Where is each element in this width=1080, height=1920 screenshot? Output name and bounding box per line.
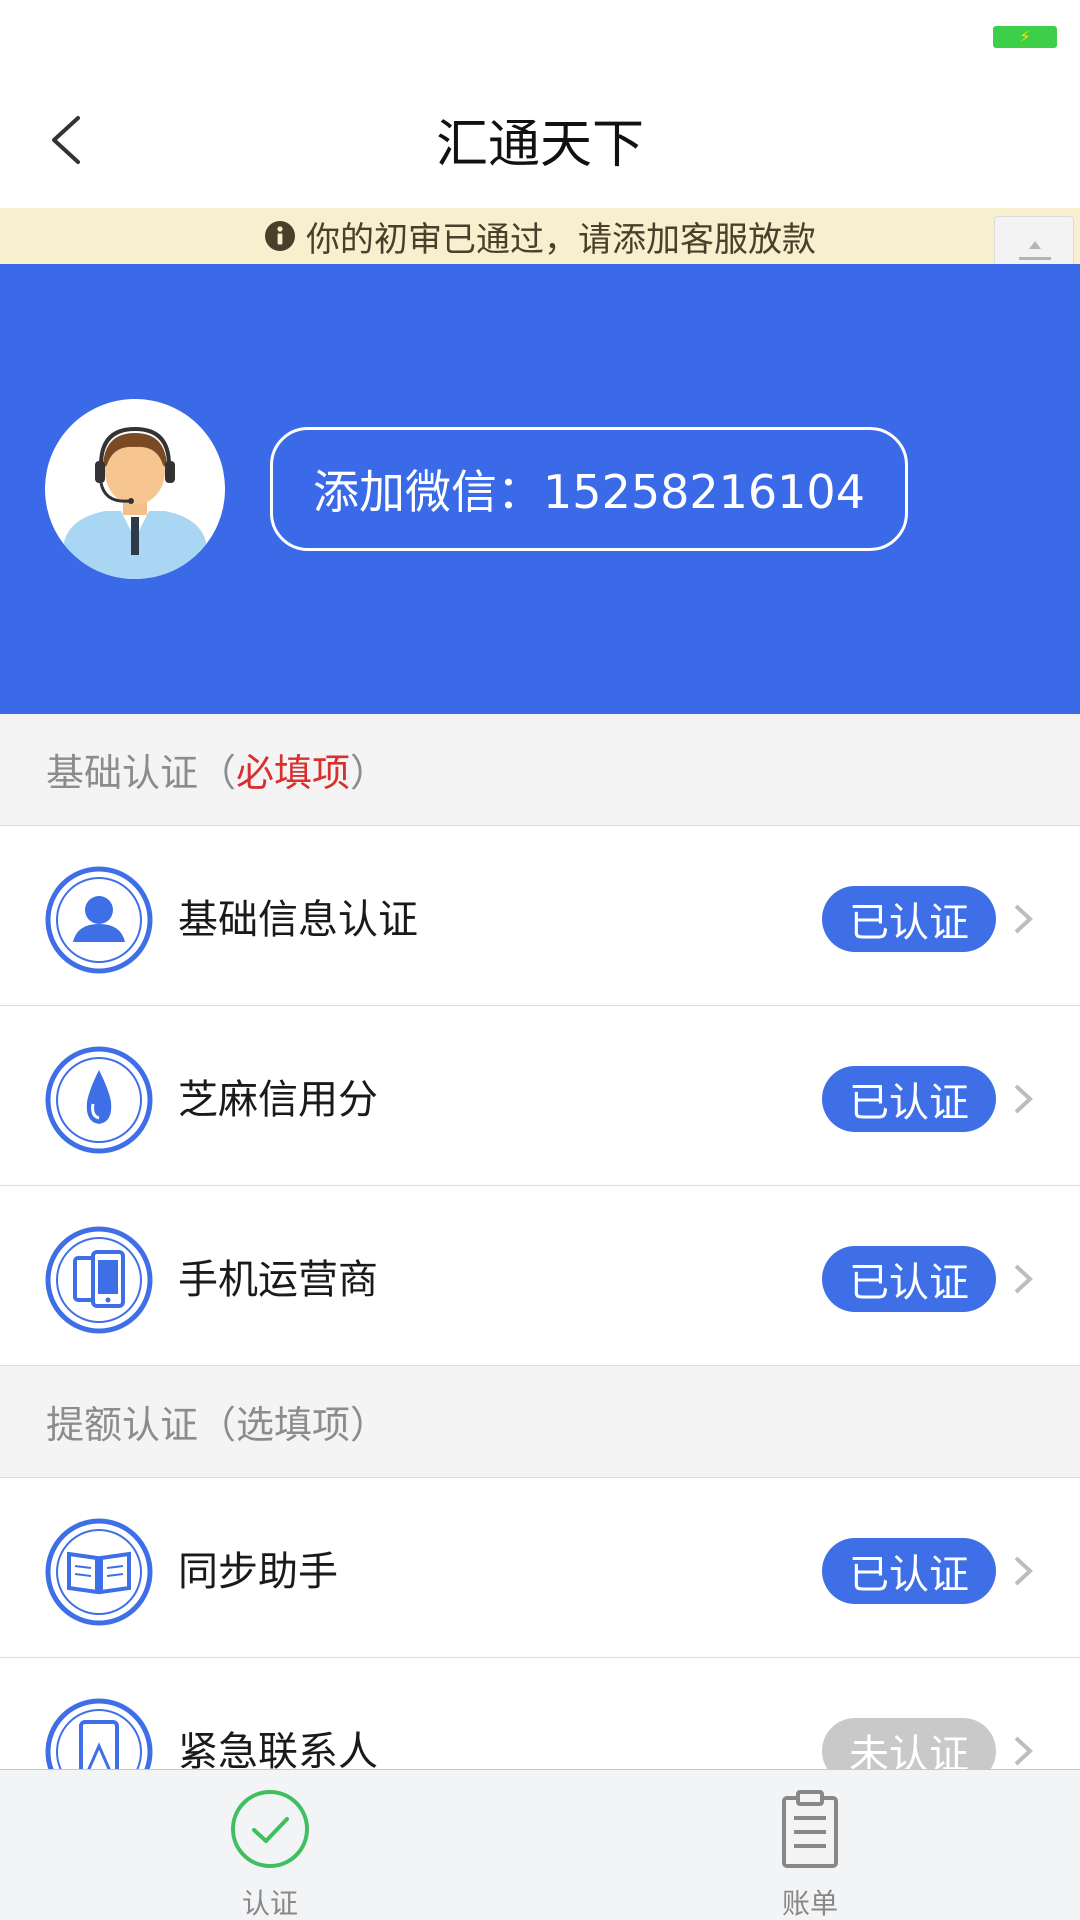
person-icon: [45, 866, 153, 974]
item-label: 芝麻信用分: [178, 1077, 378, 1123]
section-title: 提额认证（选填项）: [46, 1403, 389, 1447]
status-badge: 已认证: [822, 1538, 996, 1604]
mobile-carrier-icon: [45, 1226, 153, 1334]
status-bar: ⚡: [0, 0, 1080, 70]
list-item-basic-info[interactable]: 基础信息认证 已认证: [0, 826, 1080, 1006]
notice-text: 你的初审已通过，请添加客服放款: [306, 219, 816, 260]
customer-service-avatar-icon: [45, 399, 225, 579]
tab-certification[interactable]: 认证: [0, 1770, 540, 1920]
tab-label: 账单: [781, 1887, 838, 1920]
item-label: 基础信息认证: [178, 897, 418, 943]
list-item-sesame-credit[interactable]: 芝麻信用分 已认证: [0, 1006, 1080, 1186]
bottom-tab-bar: 认证 账单: [0, 1769, 1080, 1920]
add-wechat-button[interactable]: 添加微信：15258216104: [270, 427, 908, 551]
chevron-right-icon: [1014, 1736, 1033, 1766]
status-badge: 已认证: [822, 886, 996, 952]
section-header-extra: 提额认证（选填项）: [0, 1366, 1080, 1478]
nav-bar: 汇通天下: [0, 70, 1080, 208]
chevron-right-icon: [1014, 1556, 1033, 1586]
tab-label: 认证: [241, 1887, 298, 1920]
chevron-right-icon: [1014, 904, 1033, 934]
page-title: 汇通天下: [435, 114, 644, 175]
hero-banner: 添加微信：15258216104: [0, 264, 1080, 714]
notice-banner: 你的初审已通过，请添加客服放款: [0, 208, 1080, 264]
chevron-right-icon: [1014, 1264, 1033, 1294]
section-header-basic: 基础认证（ 必填项）: [0, 714, 1080, 826]
book-icon: [45, 1518, 153, 1626]
section-title: 基础认证（: [46, 751, 237, 795]
chevron-right-icon: [1014, 1084, 1033, 1114]
info-icon: [265, 221, 295, 251]
status-badge: 已认证: [822, 1246, 996, 1312]
item-label: 手机运营商: [178, 1257, 378, 1303]
item-label: 同步助手: [178, 1549, 338, 1595]
check-circle-icon: [231, 1790, 309, 1868]
required-label: 必填项: [236, 751, 351, 795]
sesame-drop-icon: [45, 1046, 153, 1154]
section-title-close: ）: [350, 751, 389, 795]
status-badge: 已认证: [822, 1066, 996, 1132]
list-item-mobile-carrier[interactable]: 手机运营商 已认证: [0, 1186, 1080, 1366]
list-item-sync-assistant[interactable]: 同步助手 已认证: [0, 1478, 1080, 1658]
tab-bill[interactable]: 账单: [540, 1770, 1080, 1920]
clipboard-icon: [782, 1790, 838, 1868]
battery-charging-icon: ⚡: [993, 26, 1057, 48]
